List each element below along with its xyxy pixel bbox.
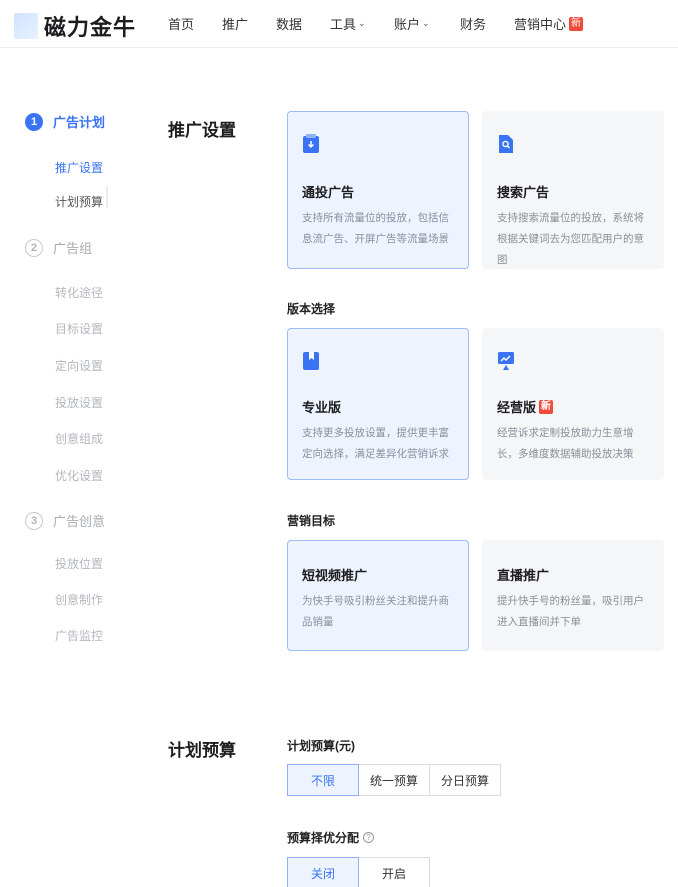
help-icon[interactable]: ? (363, 832, 375, 843)
card-title: 直播推广 (497, 565, 549, 584)
alloc-option-0[interactable]: 关闭 (287, 857, 359, 887)
card-title: 搜索广告 (497, 182, 549, 201)
step-number: 2 (25, 238, 43, 257)
chart-monitor-icon (497, 351, 515, 371)
nav-item-label: 账户 (394, 17, 421, 32)
card-description: 支持更多投放设置，提供更丰富定向选择，满足差异化营销诉求 (302, 427, 449, 460)
step-2[interactable]: 2 广告组 (25, 238, 92, 257)
new-badge: 新 (569, 16, 584, 31)
nav-item-label: 首页 (168, 17, 195, 32)
step-sub-item[interactable]: 推广设置 (55, 159, 103, 176)
step-sub-item[interactable]: 转化途径 (55, 284, 103, 301)
goal-card-live[interactable]: 直播推广提升快手号的粉丝量，吸引用户进入直播间并下单 (482, 540, 664, 651)
step-sub-item[interactable]: 投放位置 (55, 555, 103, 572)
step-sub-item[interactable]: 优化设置 (55, 467, 103, 484)
card-description: 提升快手号的粉丝量，吸引用户进入直播间并下单 (497, 595, 644, 628)
goal-card-short-video[interactable]: 短视频推广为快手号吸引粉丝关注和提升商品销量 (287, 540, 469, 651)
nav-item-label: 财务 (460, 17, 487, 32)
card-title: 经营版新 (497, 397, 554, 416)
alloc-label-row: 预算择优分配 ? (287, 829, 375, 846)
card-title-text: 专业版 (302, 400, 342, 415)
card-title: 专业版 (302, 397, 341, 416)
budget-option-2[interactable]: 分日预算 (429, 764, 501, 796)
step-number: 1 (25, 112, 43, 131)
budget-option-0[interactable]: 不限 (287, 764, 359, 796)
chevron-down-icon: ⌄ (358, 18, 366, 28)
logo[interactable]: 磁力金牛 (14, 10, 136, 42)
goal-label: 营销目标 (287, 514, 336, 528)
card-title-text: 通投广告 (302, 185, 355, 200)
card-title-text: 搜索广告 (497, 185, 550, 200)
card-title-text: 短视频推广 (302, 568, 368, 583)
card-title-text: 直播推广 (497, 568, 550, 583)
step-number: 3 (25, 511, 43, 530)
download-doc-icon (302, 134, 320, 154)
budget-label: 计划预算(元) (287, 739, 355, 753)
card-title: 通投广告 (302, 182, 354, 201)
alloc-label: 预算择优分配 (287, 831, 360, 845)
bookmark-icon (302, 351, 320, 371)
alloc-option-1[interactable]: 开启 (358, 857, 430, 887)
step-label: 广告组 (53, 241, 93, 256)
new-badge: 新 (539, 399, 554, 414)
version-card-business[interactable]: 经营版新经营诉求定制投放助力生意增长，多维度数据辅助投放决策 (482, 328, 664, 480)
logo-text: 磁力金牛 (44, 15, 137, 40)
nav-item-1[interactable]: 推广 (222, 14, 248, 33)
alloc-segmented-control: 关闭 开启 (287, 857, 430, 887)
logo-mark-icon (14, 13, 38, 39)
step-sub-item[interactable]: 计划预算 (55, 193, 103, 210)
nav-item-3[interactable]: 工具 ⌄ (330, 14, 366, 33)
budget-section-title: 计划预算 (168, 741, 236, 760)
step-label: 广告创意 (53, 514, 106, 529)
step-label: 广告计划 (53, 115, 106, 130)
nav-item-label: 推广 (222, 17, 249, 32)
budget-segmented-control: 不限 统一预算 分日预算 (287, 764, 501, 796)
nav-item-5[interactable]: 财务 (460, 14, 486, 33)
nav-item-2[interactable]: 数据 (276, 14, 302, 33)
card-title: 短视频推广 (302, 565, 367, 584)
step-sub-item[interactable]: 广告监控 (55, 627, 103, 644)
version-card-pro[interactable]: 专业版支持更多投放设置，提供更丰富定向选择，满足差异化营销诉求 (287, 328, 469, 480)
step-sub-item[interactable]: 投放设置 (55, 394, 103, 411)
chevron-down-icon: ⌄ (422, 18, 430, 28)
nav-item-label: 数据 (276, 17, 303, 32)
step-sub-item[interactable]: 目标设置 (55, 320, 103, 337)
step-sub-item[interactable]: 创意制作 (55, 591, 103, 608)
card-description: 为快手号吸引粉丝关注和提升商品销量 (302, 595, 449, 628)
ad-type-card-search[interactable]: 搜索广告支持搜索流量位的投放，系统将根据关键词去为您匹配用户的意图 (482, 111, 664, 269)
step-sub-item[interactable]: 定向设置 (55, 357, 103, 374)
nav-item-label: 营销中心 (514, 17, 567, 32)
card-title-text: 经营版 (497, 400, 537, 415)
nav-item-label: 工具 (330, 17, 357, 32)
step-1[interactable]: 1 广告计划 (25, 112, 105, 131)
card-description: 支持所有流量位的投放，包括信息流广告、开屏广告等流量场景 (302, 212, 449, 245)
card-description: 经营诉求定制投放助力生意增长，多维度数据辅助投放决策 (497, 427, 634, 460)
ad-type-card-general[interactable]: 通投广告支持所有流量位的投放，包括信息流广告、开屏广告等流量场景 (287, 111, 469, 269)
promo-section-title: 推广设置 (168, 121, 236, 140)
search-doc-icon (497, 134, 515, 154)
sidebar-divider (106, 186, 108, 208)
card-description: 支持搜索流量位的投放，系统将根据关键词去为您匹配用户的意图 (497, 212, 644, 266)
top-nav: 磁力金牛 首页 推广 数据 工具 ⌄ 账户 ⌄ 财务 营销中心新 (0, 0, 678, 48)
step-sub-item[interactable]: 创意组成 (55, 430, 103, 447)
version-label: 版本选择 (287, 302, 336, 316)
nav-item-6[interactable]: 营销中心新 (514, 14, 584, 33)
step-3[interactable]: 3 广告创意 (25, 511, 105, 530)
nav-item-0[interactable]: 首页 (168, 14, 194, 33)
budget-option-1[interactable]: 统一预算 (358, 764, 430, 796)
nav-item-4[interactable]: 账户 ⌄ (394, 14, 430, 33)
